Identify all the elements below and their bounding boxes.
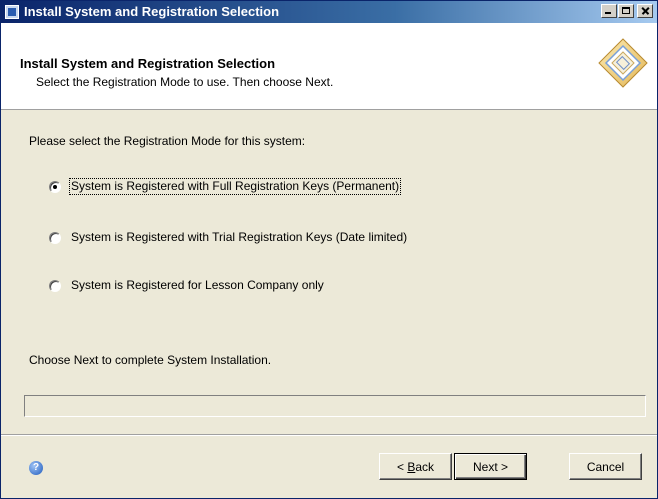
back-button[interactable]: < Back <box>379 453 452 480</box>
maximize-button[interactable] <box>618 4 634 18</box>
radio-lesson-company[interactable] <box>49 279 61 292</box>
registration-prompt: Please select the Registration Mode for … <box>29 134 306 148</box>
install-dialog: Install System and Registration Selectio… <box>0 0 658 499</box>
title-bar[interactable]: Install System and Registration Selectio… <box>1 1 657 23</box>
option-lesson-company[interactable]: System is Registered for Lesson Company … <box>49 278 325 293</box>
minimize-button[interactable] <box>601 4 617 18</box>
back-prefix: < <box>396 459 408 474</box>
footer-separator <box>1 434 657 436</box>
diamond-logo-icon <box>598 38 648 88</box>
next-hint-text: Choose Next to complete System Installat… <box>29 353 272 367</box>
progress-bar <box>24 395 646 417</box>
option-full-registration[interactable]: System is Registered with Full Registrat… <box>49 178 402 195</box>
radio-label-trial-registration[interactable]: System is Registered with Trial Registra… <box>70 230 408 245</box>
close-button[interactable] <box>637 4 653 18</box>
back-rest: ack <box>415 459 435 474</box>
radio-label-lesson-company[interactable]: System is Registered for Lesson Company … <box>70 278 325 293</box>
window-app-icon <box>5 5 19 19</box>
next-button[interactable]: Next > <box>454 453 527 480</box>
help-icon[interactable]: ? <box>29 461 43 475</box>
radio-label-full-registration[interactable]: System is Registered with Full Registrat… <box>68 178 402 195</box>
header-subtitle: Select the Registration Mode to use. The… <box>36 75 334 89</box>
radio-trial-registration[interactable] <box>49 231 61 244</box>
window-title: Install System and Registration Selectio… <box>24 4 280 19</box>
wizard-header: Install System and Registration Selectio… <box>1 23 657 110</box>
radio-full-registration[interactable] <box>49 180 61 193</box>
option-trial-registration[interactable]: System is Registered with Trial Registra… <box>49 230 408 245</box>
header-title: Install System and Registration Selectio… <box>20 56 276 71</box>
cancel-button[interactable]: Cancel <box>569 453 642 480</box>
window-controls <box>600 4 653 18</box>
